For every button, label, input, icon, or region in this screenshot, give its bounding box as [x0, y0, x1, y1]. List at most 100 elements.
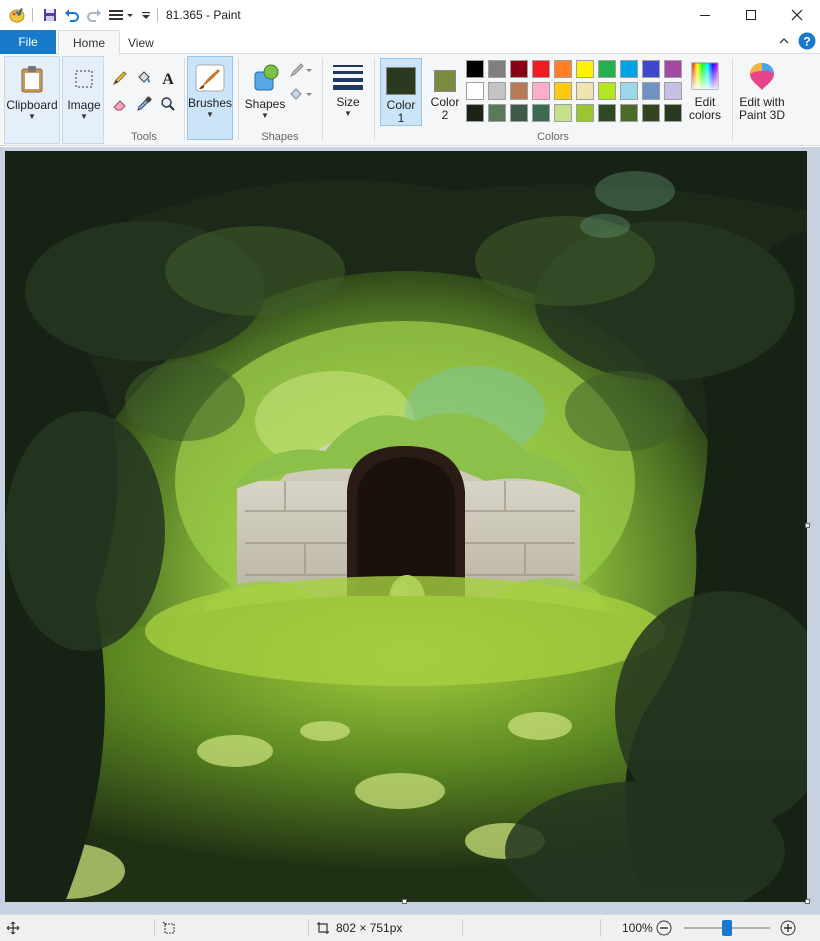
palette-swatch: [510, 60, 528, 78]
palette-color-19[interactable]: [640, 80, 662, 102]
magnifier-icon[interactable]: [158, 94, 178, 114]
edit-with-paint3d-button[interactable]: Edit with Paint 3D: [736, 56, 788, 140]
tab-view[interactable]: View: [114, 30, 168, 55]
palette-color-28[interactable]: [618, 102, 640, 124]
title-bar: 81.365 - Paint: [0, 0, 820, 30]
palette-swatch: [466, 82, 484, 100]
brushes-button[interactable]: Brushes ▼: [187, 56, 233, 140]
palette-color-12[interactable]: [486, 80, 508, 102]
palette-color-15[interactable]: [552, 80, 574, 102]
image-caret-icon: ▼: [80, 112, 88, 121]
palette-color-25[interactable]: [552, 102, 574, 124]
resize-handle-right[interactable]: [805, 523, 810, 528]
image-label: Image: [67, 98, 101, 112]
palette-color-1[interactable]: [464, 58, 486, 80]
text-tool-icon[interactable]: A: [158, 68, 178, 88]
resize-handle-corner[interactable]: [805, 899, 810, 904]
outline-icon[interactable]: [288, 60, 314, 80]
palette-swatch: [642, 82, 660, 100]
palette-color-21[interactable]: [464, 102, 486, 124]
palette-color-9[interactable]: [640, 58, 662, 80]
redo-icon[interactable]: [83, 4, 105, 26]
tab-home[interactable]: Home: [58, 30, 121, 55]
color1-button[interactable]: Color 1: [380, 58, 422, 126]
brushes-caret-icon: ▼: [206, 110, 214, 119]
palette-color-6[interactable]: [574, 58, 596, 80]
shapes-button[interactable]: Shapes ▼: [242, 58, 288, 142]
palette-swatch: [554, 82, 572, 100]
palette-color-23[interactable]: [508, 102, 530, 124]
size-button[interactable]: Size ▼: [326, 56, 370, 140]
shapes-group: Shapes ▼ Shapes: [240, 56, 320, 144]
help-icon[interactable]: ?: [798, 32, 816, 53]
clipboard-button[interactable]: Clipboard ▼: [5, 59, 59, 143]
palette-color-16[interactable]: [574, 80, 596, 102]
collapse-ribbon-icon[interactable]: [778, 35, 790, 49]
palette-color-3[interactable]: [508, 58, 530, 80]
drawing-canvas[interactable]: [5, 151, 807, 902]
palette-color-13[interactable]: [508, 80, 530, 102]
palette-color-7[interactable]: [596, 58, 618, 80]
paint-app-icon[interactable]: [6, 4, 28, 26]
palette-color-26[interactable]: [574, 102, 596, 124]
group-separator: [184, 58, 185, 140]
edit-colors-label-line2: colors: [688, 108, 721, 122]
edit-colors-label-line1: Edit: [694, 95, 716, 109]
palette-color-30[interactable]: [662, 102, 684, 124]
tab-file[interactable]: File: [0, 30, 56, 54]
palette-color-29[interactable]: [640, 102, 662, 124]
color2-button[interactable]: Color 2: [424, 58, 466, 126]
color2-label-line1: Color: [430, 95, 460, 109]
undo-icon[interactable]: [61, 4, 83, 26]
palette-color-10[interactable]: [662, 58, 684, 80]
zoom-in-icon[interactable]: [780, 915, 796, 941]
quick-access-dropdown-icon[interactable]: [139, 4, 153, 26]
palette-color-11[interactable]: [464, 80, 486, 102]
ribbon-right-controls: ?: [778, 30, 816, 54]
group-separator-3: [322, 58, 323, 140]
fill-icon[interactable]: [288, 84, 314, 104]
color-picker-icon[interactable]: [134, 94, 154, 114]
size-icon: [332, 60, 364, 92]
clipboard-caret-icon: ▼: [28, 112, 36, 121]
status-divider: [154, 919, 155, 937]
palette-color-20[interactable]: [662, 80, 684, 102]
image-size-section: 802 × 751px: [316, 915, 402, 941]
maximize-icon[interactable]: [728, 0, 774, 30]
palette-color-14[interactable]: [530, 80, 552, 102]
close-icon[interactable]: [774, 0, 820, 30]
clipboard-group: Clipboard ▼: [4, 56, 60, 144]
ribbon-tabs: File Home View ?: [0, 30, 820, 55]
zoom-slider-thumb[interactable]: [722, 920, 732, 936]
zoom-out-icon[interactable]: [656, 915, 672, 941]
palette-color-22[interactable]: [486, 102, 508, 124]
palette-swatch: [598, 82, 616, 100]
palette-swatch: [576, 82, 594, 100]
palette-swatch: [576, 60, 594, 78]
image-button[interactable]: Image ▼: [57, 59, 111, 143]
resize-handle-bottom[interactable]: [402, 899, 407, 904]
palette-color-8[interactable]: [618, 58, 640, 80]
save-icon[interactable]: [39, 4, 61, 26]
palette-swatch: [664, 104, 682, 122]
palette-swatch: [620, 82, 638, 100]
palette-color-4[interactable]: [530, 58, 552, 80]
status-divider-2: [308, 919, 309, 937]
palette-swatch: [620, 60, 638, 78]
eraser-icon[interactable]: [110, 94, 130, 114]
palette-color-17[interactable]: [596, 80, 618, 102]
palette-color-24[interactable]: [530, 102, 552, 124]
edit-colors-button[interactable]: Edit colors: [684, 56, 726, 140]
palette-color-2[interactable]: [486, 58, 508, 80]
palette-color-5[interactable]: [552, 58, 574, 80]
minimize-icon[interactable]: [682, 0, 728, 30]
palette-color-18[interactable]: [618, 80, 640, 102]
pencil-icon[interactable]: [110, 68, 130, 88]
tools-group-label: Tools: [131, 131, 157, 143]
customize-quick-access-icon[interactable]: [105, 4, 139, 26]
color1-label: Color 1: [387, 99, 416, 125]
fill-bucket-icon[interactable]: [134, 68, 154, 88]
color1-swatch: [386, 67, 416, 95]
palette-color-27[interactable]: [596, 102, 618, 124]
palette-swatch: [532, 104, 550, 122]
